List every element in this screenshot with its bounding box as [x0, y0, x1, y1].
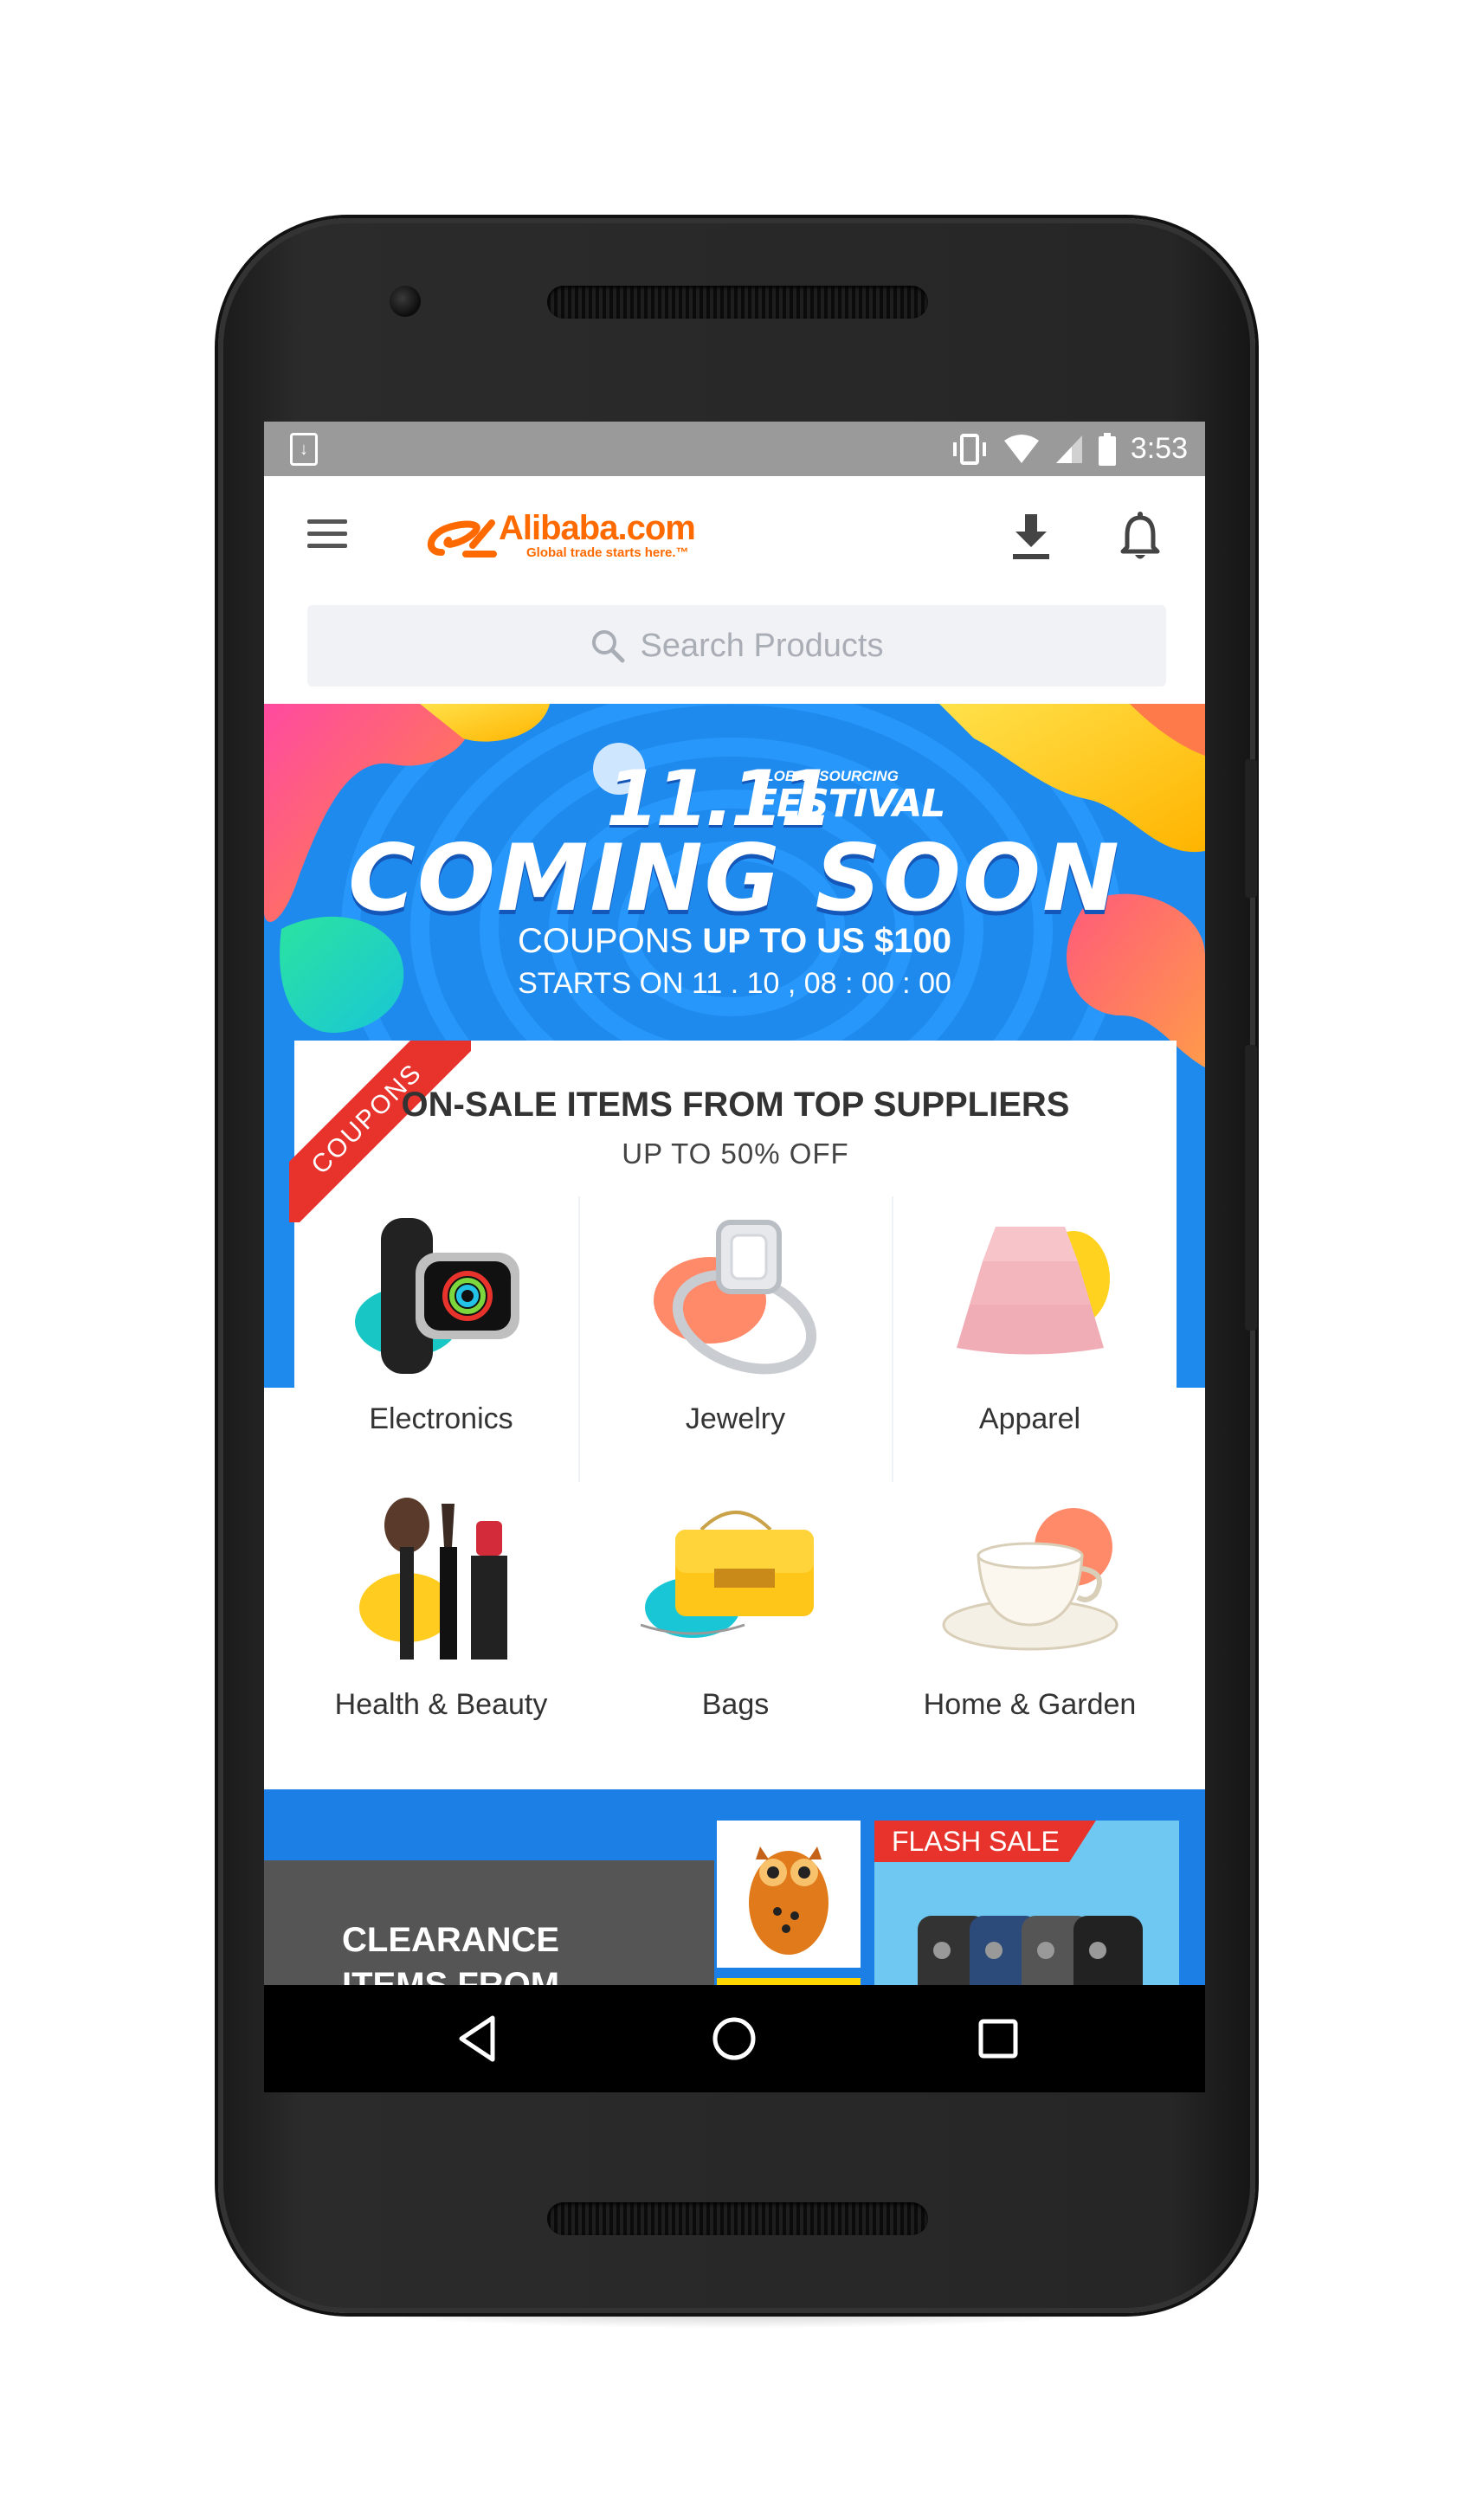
category-apparel[interactable]: Apparel [883, 1196, 1177, 1482]
top-speaker [547, 286, 928, 319]
category-label: Health & Beauty [334, 1688, 548, 1721]
coupons-value: UP TO US $100 [702, 922, 951, 960]
category-label: Apparel [978, 1402, 1081, 1435]
category-label: Home & Garden [923, 1688, 1137, 1721]
category-electronics[interactable]: Electronics [294, 1196, 588, 1482]
alibaba-logo[interactable]: Alibaba.com Global trade starts here.™ [424, 509, 701, 563]
status-time: 3:53 [1130, 432, 1188, 465]
festival-logo: 11.11 GLOBAL SOURCING FESTIVAL [606, 754, 945, 843]
owl-product-tile[interactable] [717, 1821, 861, 1968]
category-label: Bags [701, 1688, 770, 1721]
banner-coupons: COUPONS UP TO US $100 [264, 922, 1205, 961]
skirt-icon [957, 1227, 1110, 1355]
search-placeholder: Search Products [640, 627, 884, 664]
system-nav-bar [264, 1985, 1205, 2092]
home-icon[interactable] [706, 2011, 762, 2066]
category-bags[interactable]: Bags [589, 1482, 882, 1768]
on-sale-card: COUPONS ON-SALE ITEMS FROM TOP SUPPLIERS… [289, 1041, 1177, 1789]
makeup-brush-icon [359, 1498, 507, 1660]
flash-sale-badge: FLASH SALE [874, 1821, 1096, 1862]
category-health-beauty[interactable]: Health & Beauty [294, 1482, 588, 1768]
status-bar: ↓ 3:53 [264, 422, 1205, 476]
category-label: Jewelry [685, 1402, 786, 1435]
wifi-icon [1003, 434, 1039, 463]
volume-button [1245, 1045, 1257, 1331]
banner-headline: COMING SOON [348, 825, 1121, 931]
logo-tagline: Global trade starts here.™ [526, 545, 689, 560]
coupons-ribbon-label: COUPONS [289, 1041, 471, 1222]
smartwatch-icon [355, 1218, 519, 1374]
search-icon [591, 630, 625, 663]
status-icons: 3:53 [951, 422, 1188, 476]
category-jewelry[interactable]: Jewelry [589, 1196, 882, 1482]
category-grid: Electronics Jewelry Apparel Health & Bea… [294, 1196, 1177, 1768]
bell-icon[interactable] [1119, 511, 1161, 563]
battery-icon [1098, 432, 1116, 466]
coupons-ribbon: COUPONS [289, 1041, 471, 1222]
alibaba-logo-mark-icon [428, 519, 497, 557]
festival-big-text: FESTIVAL [751, 782, 945, 826]
on-sale-title: ON-SALE ITEMS FROM TOP SUPPLIERS [401, 1086, 1070, 1124]
recents-icon[interactable] [970, 2011, 1026, 2066]
menu-icon[interactable] [307, 519, 347, 549]
coupons-prefix: COUPONS [518, 922, 693, 960]
search-bar: Search Products [264, 593, 1205, 704]
app-bar: Alibaba.com Global trade starts here.™ [264, 476, 1205, 593]
download-notification-icon: ↓ [290, 433, 318, 466]
phone-screen: ↓ 3:53 Alibaba.com Global trade starts h… [264, 422, 1205, 2092]
banner-start-date: STARTS ON 11 . 10 , 08 : 00 : 00 [518, 967, 951, 1000]
category-home-garden[interactable]: Home & Garden [883, 1482, 1177, 1768]
ring-icon [654, 1220, 817, 1375]
signal-icon [1055, 435, 1082, 463]
back-icon[interactable] [451, 2011, 506, 2066]
teacup-icon [942, 1508, 1119, 1651]
bottom-speaker [547, 2202, 928, 2235]
handbag-icon [641, 1511, 814, 1638]
clearance-title: CLEARANCE [342, 1921, 560, 1959]
search-input[interactable]: Search Products [307, 605, 1166, 686]
owl-figurine-icon [749, 1846, 828, 1955]
download-icon[interactable] [1010, 512, 1052, 561]
on-sale-subtitle: UP TO 50% OFF [622, 1138, 849, 1170]
front-camera [390, 286, 421, 317]
category-label: Electronics [369, 1402, 513, 1435]
vibrate-icon [952, 433, 986, 465]
power-button [1245, 759, 1257, 898]
logo-text: Alibaba.com [499, 509, 696, 547]
